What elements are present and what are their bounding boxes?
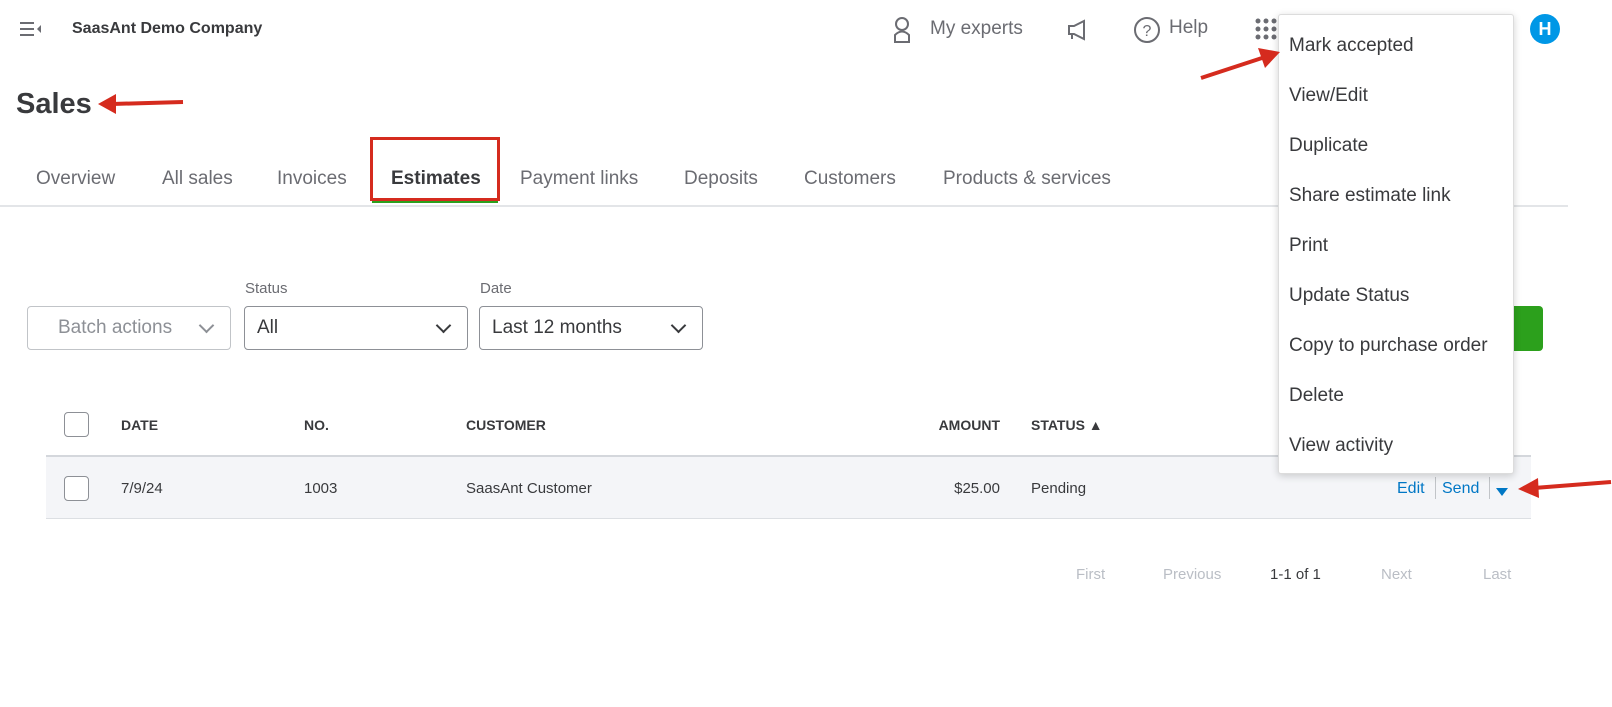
annotation-arrow-sales — [98, 94, 184, 114]
annotation-arrow-mark-accepted — [1200, 48, 1280, 80]
annotation-arrow-caret — [1518, 478, 1612, 498]
annotation-arrows — [98, 48, 1612, 498]
